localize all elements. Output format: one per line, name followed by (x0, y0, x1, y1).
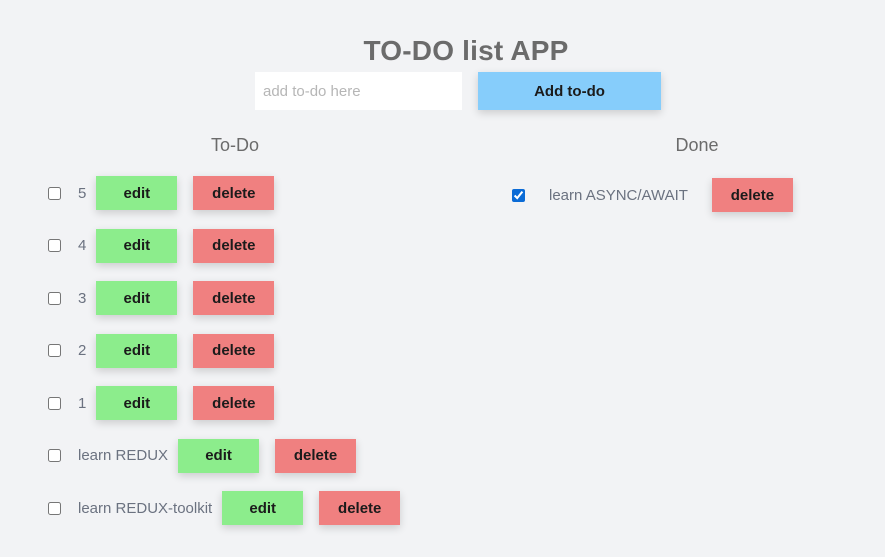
delete-button[interactable]: delete (711, 178, 793, 212)
todo-item-text: learn REDUX-toolkit (78, 499, 213, 517)
todo-item: 3 edit delete (48, 281, 400, 315)
edit-button[interactable]: edit (178, 438, 260, 473)
todo-item-text: 3 (78, 289, 87, 307)
todo-item-text: 4 (78, 237, 87, 254)
delete-button[interactable]: delete (193, 386, 275, 420)
todo-input[interactable] (255, 72, 462, 110)
todo-item-text: 5 (78, 184, 87, 202)
done-checkbox[interactable] (512, 188, 525, 202)
delete-button[interactable]: delete (193, 176, 275, 210)
todo-checkbox[interactable] (48, 186, 61, 200)
todo-checkbox[interactable] (48, 396, 61, 410)
todo-column-heading: To-Do (210, 135, 259, 155)
add-todo-button[interactable]: Add to-do (478, 72, 661, 110)
done-column-heading: Done (675, 135, 719, 155)
delete-button[interactable]: delete (193, 228, 275, 263)
todo-checkbox[interactable] (48, 291, 61, 305)
done-list: learn ASYNC/AWAIT delete (512, 178, 793, 212)
edit-button[interactable]: edit (96, 386, 178, 420)
todo-checkbox[interactable] (48, 501, 61, 515)
todo-item: 4 edit delete (48, 228, 400, 263)
todo-checkbox[interactable] (48, 449, 61, 462)
todo-list: 5 edit delete 4 edit delete 3 edit delet… (48, 176, 401, 544)
edit-button[interactable]: edit (96, 176, 178, 210)
delete-button[interactable]: delete (275, 438, 357, 473)
todo-checkbox[interactable] (48, 344, 61, 357)
delete-button[interactable]: delete (193, 333, 275, 368)
edit-button[interactable]: edit (96, 281, 178, 315)
done-item: learn ASYNC/AWAIT delete (512, 178, 793, 212)
todo-item: 2 edit delete (48, 333, 400, 368)
app-title: TO-DO list APP (363, 34, 569, 66)
todo-item: 1 edit delete (48, 386, 400, 420)
todo-item: learn REDUX edit delete (48, 438, 400, 473)
todo-item: learn REDUX-toolkit edit delete (48, 491, 401, 525)
add-todo-form: Add to-do (255, 72, 661, 110)
edit-button[interactable]: edit (222, 491, 304, 525)
edit-button[interactable]: edit (96, 333, 178, 368)
edit-button[interactable]: edit (96, 228, 178, 263)
todo-item-text: 2 (78, 342, 87, 359)
delete-button[interactable]: delete (319, 491, 401, 525)
delete-button[interactable]: delete (193, 281, 275, 315)
todo-item-text: 1 (78, 394, 87, 412)
todo-checkbox[interactable] (48, 239, 61, 252)
todo-item-text: learn REDUX (78, 447, 169, 464)
todo-item: 5 edit delete (48, 176, 400, 210)
done-item-text: learn ASYNC/AWAIT (549, 186, 688, 204)
